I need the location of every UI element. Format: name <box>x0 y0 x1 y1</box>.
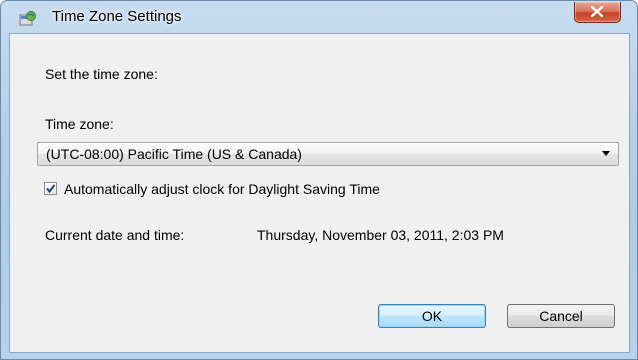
chevron-down-icon <box>602 151 610 156</box>
close-icon <box>591 6 603 17</box>
dst-checkbox-label[interactable]: Automatically adjust clock for Daylight … <box>64 181 380 197</box>
instruction-text: Set the time zone: <box>45 66 158 82</box>
dst-checkbox[interactable] <box>44 182 57 195</box>
clock-globe-icon <box>19 11 37 27</box>
cancel-button[interactable]: Cancel <box>507 304 615 328</box>
current-datetime-value: Thursday, November 03, 2011, 2:03 PM <box>257 227 504 243</box>
checkmark-icon <box>46 184 56 194</box>
close-button[interactable] <box>574 2 621 23</box>
timezone-label: Time zone: <box>45 116 114 132</box>
timezone-select[interactable]: (UTC-08:00) Pacific Time (US & Canada) <box>37 142 619 166</box>
ok-button[interactable]: OK <box>378 304 486 328</box>
timezone-selected-value: (UTC-08:00) Pacific Time (US & Canada) <box>46 146 302 162</box>
window-title: Time Zone Settings <box>52 8 182 25</box>
title-bar[interactable]: Time Zone Settings <box>1 1 637 33</box>
current-datetime-label: Current date and time: <box>45 227 185 243</box>
